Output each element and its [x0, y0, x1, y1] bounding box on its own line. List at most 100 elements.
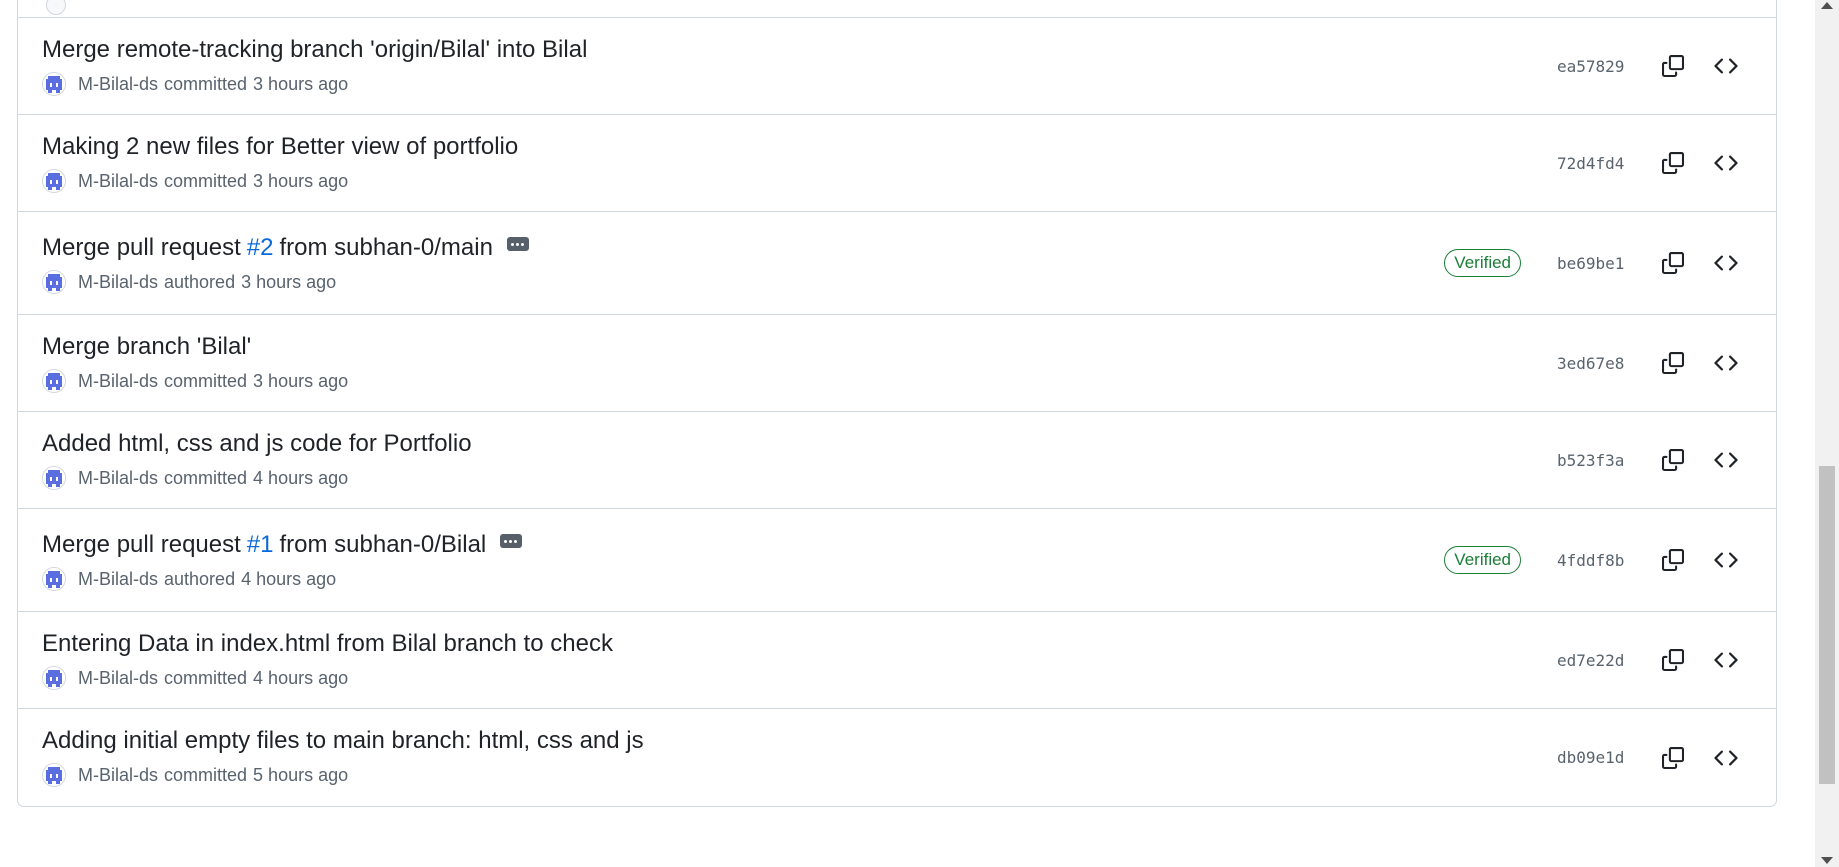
commit-action: authored: [164, 271, 236, 292]
commit-sha-link[interactable]: 72d4fd4: [1557, 154, 1647, 173]
commit-sha-link[interactable]: ed7e22d: [1557, 651, 1647, 670]
verified-badge[interactable]: Verified: [1444, 249, 1521, 277]
avatar[interactable]: [42, 763, 66, 787]
commit-info: Making 2 new files for Better view of po…: [42, 133, 518, 193]
scrollbar-thumb[interactable]: [1819, 466, 1835, 784]
commit-time: 4 hours ago: [241, 568, 337, 589]
commit-meta: M-Bilal-ds authored 3 hours ago: [42, 270, 529, 294]
commit-info: Added html, css and js code for Portfoli…: [42, 430, 472, 490]
commit-title-link[interactable]: Merge branch 'Bilal': [42, 333, 251, 361]
commit-title: Added html, css and js code for Portfoli…: [42, 430, 472, 458]
commit-time: 3 hours ago: [253, 170, 349, 191]
commit-actions: b523f3a: [1557, 412, 1776, 508]
commit-title: Entering Data in index.html from Bilal b…: [42, 630, 613, 658]
author-link[interactable]: M-Bilal-ds: [78, 569, 158, 590]
commit-action: committed: [164, 170, 248, 191]
avatar[interactable]: [42, 72, 66, 96]
author-link[interactable]: M-Bilal-ds: [78, 668, 158, 689]
commit-title-link[interactable]: Entering Data in index.html from Bilal b…: [42, 630, 613, 658]
commit-row: Merge pull request #1 from subhan-0/Bilal …: [18, 509, 1776, 612]
code-icon[interactable]: [1708, 442, 1744, 478]
author-link[interactable]: M-Bilal-ds: [78, 371, 158, 392]
copy-icon[interactable]: [1655, 642, 1691, 678]
copy-icon[interactable]: [1655, 48, 1691, 84]
code-icon[interactable]: [1708, 48, 1744, 84]
commit-title-suffix[interactable]: from subhan-0/Bilal: [279, 531, 486, 559]
author-link[interactable]: M-Bilal-ds: [78, 468, 158, 489]
commit-row: Added html, css and js code for Portfoli…: [18, 412, 1776, 509]
copy-icon[interactable]: [1655, 442, 1691, 478]
commits-page: Merge remote-tracking branch 'origin/Bil…: [0, 0, 1839, 867]
commit-time: 5 hours ago: [253, 764, 349, 785]
commit-meta: M-Bilal-ds committed 3 hours ago: [42, 369, 348, 393]
commit-title-link[interactable]: Merge pull request: [42, 234, 241, 262]
commit-actions: ed7e22d: [1557, 612, 1776, 708]
code-icon[interactable]: [1708, 145, 1744, 181]
commit-title-link[interactable]: Making 2 new files for Better view of po…: [42, 133, 518, 161]
commit-row: Merge remote-tracking branch 'origin/Bil…: [18, 18, 1776, 115]
commit-actions: 72d4fd4: [1557, 115, 1776, 211]
code-icon[interactable]: [1708, 345, 1744, 381]
commit-action: committed: [164, 467, 248, 488]
commit-sha-link[interactable]: db09e1d: [1557, 748, 1647, 767]
copy-icon[interactable]: [1655, 145, 1691, 181]
commit-title-suffix[interactable]: from subhan-0/main: [279, 234, 492, 262]
avatar[interactable]: [42, 466, 66, 490]
code-icon[interactable]: [1708, 245, 1744, 281]
commit-row: Adding initial empty files to main branc…: [18, 709, 1776, 806]
commit-sha-link[interactable]: b523f3a: [1557, 451, 1647, 470]
commit-title-link[interactable]: Added html, css and js code for Portfoli…: [42, 430, 472, 458]
commit-time: 3 hours ago: [253, 73, 349, 94]
author-link[interactable]: M-Bilal-ds: [78, 765, 158, 786]
pull-request-link[interactable]: #2: [247, 234, 274, 262]
avatar[interactable]: [42, 270, 66, 294]
commit-row: Making 2 new files for Better view of po…: [18, 115, 1776, 212]
avatar[interactable]: [42, 567, 66, 591]
avatar[interactable]: [42, 666, 66, 690]
author-link[interactable]: M-Bilal-ds: [78, 74, 158, 95]
commit-title: Merge branch 'Bilal': [42, 333, 348, 361]
code-icon[interactable]: [1708, 642, 1744, 678]
commit-action: committed: [164, 667, 248, 688]
commit-title: Merge pull request #2 from subhan-0/main: [42, 234, 529, 262]
pull-request-link[interactable]: #1: [247, 531, 274, 559]
commit-actions: Verified 4fddf8b: [1444, 509, 1776, 611]
kebab-horizontal-icon[interactable]: [500, 534, 523, 548]
avatar[interactable]: [42, 169, 66, 193]
author-link[interactable]: M-Bilal-ds: [78, 171, 158, 192]
vertical-scrollbar[interactable]: [1815, 0, 1839, 867]
commit-meta: M-Bilal-ds committed 3 hours ago: [42, 169, 518, 193]
commit-time: 4 hours ago: [253, 667, 349, 688]
commit-title-link[interactable]: Merge pull request: [42, 531, 241, 559]
commit-title: Making 2 new files for Better view of po…: [42, 133, 518, 161]
code-icon[interactable]: [1708, 542, 1744, 578]
commit-actions: 3ed67e8: [1557, 315, 1776, 411]
commit-actions: db09e1d: [1557, 709, 1776, 806]
avatar[interactable]: [42, 369, 66, 393]
commit-time: 4 hours ago: [253, 467, 349, 488]
copy-icon[interactable]: [1655, 542, 1691, 578]
commit-title: Adding initial empty files to main branc…: [42, 727, 644, 755]
commit-action: committed: [164, 370, 248, 391]
copy-icon[interactable]: [1655, 245, 1691, 281]
commit-sha-link[interactable]: 3ed67e8: [1557, 354, 1647, 373]
scroll-down-arrow-icon[interactable]: [1821, 857, 1833, 864]
commit-info: Adding initial empty files to main branc…: [42, 727, 644, 787]
commit-title: Merge pull request #1 from subhan-0/Bilal: [42, 531, 523, 559]
copy-icon[interactable]: [1655, 345, 1691, 381]
verified-badge[interactable]: Verified: [1444, 546, 1521, 574]
commit-sha-link[interactable]: ea57829: [1557, 57, 1647, 76]
commit-sha-link[interactable]: be69be1: [1557, 254, 1647, 273]
commit-rows: Merge remote-tracking branch 'origin/Bil…: [18, 18, 1776, 806]
author-link[interactable]: M-Bilal-ds: [78, 272, 158, 293]
commit-meta: M-Bilal-ds authored 4 hours ago: [42, 567, 522, 591]
kebab-horizontal-icon[interactable]: [506, 237, 529, 251]
commit-row: Merge pull request #2 from subhan-0/main M…: [18, 212, 1776, 315]
scroll-up-arrow-icon[interactable]: [1821, 2, 1833, 9]
copy-icon[interactable]: [1655, 740, 1691, 776]
commit-title-link[interactable]: Merge remote-tracking branch 'origin/Bil…: [42, 36, 587, 64]
commit-title-link[interactable]: Adding initial empty files to main branc…: [42, 727, 644, 755]
commit-row: Entering Data in index.html from Bilal b…: [18, 612, 1776, 709]
commit-sha-link[interactable]: 4fddf8b: [1557, 551, 1647, 570]
code-icon[interactable]: [1708, 740, 1744, 776]
